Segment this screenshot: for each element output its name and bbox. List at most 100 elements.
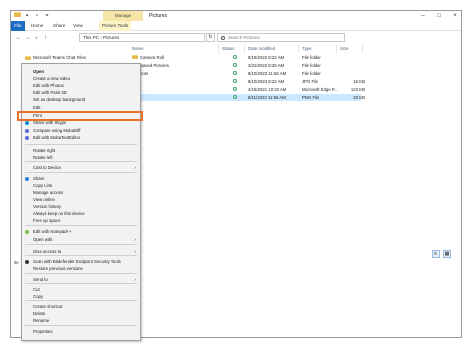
file-row[interactable]: re4/15/2021 10:22 AMMicrosoft Edge P...1… (129, 86, 365, 93)
menu-item-give-access-to[interactable]: Give access to › (22, 248, 140, 255)
sync-status-icon (233, 94, 237, 101)
address-bar[interactable]: This PC › Pictures (79, 33, 205, 42)
sync-status-icon (233, 86, 237, 93)
menu-item-create-shortcut[interactable]: Create shortcut (22, 303, 140, 310)
tab-home[interactable]: Home (31, 21, 43, 31)
menu-item-label: Edit with Paint 3D (33, 90, 67, 95)
search-input[interactable]: Search Pictures (217, 33, 345, 42)
menu-item-edit-with-photos[interactable]: Edit with Photos (22, 82, 140, 89)
file-size: 123 KB (350, 87, 365, 92)
folder-icon (13, 12, 21, 20)
menu-separator (25, 300, 137, 301)
menu-item-version-history[interactable]: Version history (22, 203, 140, 210)
menu-item-label: Delete (33, 311, 46, 316)
file-row[interactable]: ture8/11/2023 11:56 AMPNG File33 KB (129, 94, 365, 101)
column-header-size[interactable]: Size (337, 44, 363, 53)
file-type: Microsoft Edge P... (302, 87, 338, 92)
window-title: Pictures (149, 13, 168, 19)
menu-item-edit[interactable]: Edit (22, 104, 140, 111)
menu-item-share[interactable]: Share (22, 175, 140, 182)
submenu-arrow-icon: › (134, 277, 137, 282)
print-highlight-box (17, 111, 143, 121)
forward-arrow-icon[interactable]: → (24, 34, 31, 42)
quick-access-new-folder-icon[interactable]: ▫ (33, 12, 41, 20)
menu-separator (25, 244, 137, 245)
file-date-modified: 4/15/2021 10:22 AM (248, 87, 287, 92)
close-icon[interactable]: × (447, 11, 461, 21)
details-view-icon[interactable]: ≡ (431, 250, 440, 258)
menu-item-create-a-new-video[interactable]: Create a new video (22, 75, 140, 82)
tab-picture-tools[interactable]: Picture Tools (99, 21, 132, 31)
tab-file[interactable]: File (11, 21, 25, 31)
file-row[interactable]: Camera Roll 8/15/2022 8:22 AM File folder (129, 54, 361, 61)
menu-item-copy[interactable]: Copy (22, 293, 140, 300)
menu-item-rotate-right[interactable]: Rotate right (22, 147, 140, 154)
column-header-status[interactable]: Status (219, 44, 245, 53)
menu-item-open-with[interactable]: Open with › (22, 236, 140, 243)
menu-item-label: View online (33, 197, 55, 202)
menu-item-cast-to-device[interactable]: Cast to Device › (22, 164, 140, 171)
menu-item-label: Properties (33, 329, 53, 334)
menu-item-view-online[interactable]: View online (22, 196, 140, 203)
recent-locations-icon[interactable]: ∨ (33, 34, 40, 42)
menu-item-label: Give access to (33, 249, 62, 254)
menu-separator (25, 283, 137, 284)
menu-item-edit-with-notepad[interactable]: Edit with Notepad++ (22, 228, 140, 235)
manage-contextual-tab[interactable]: Manage (103, 11, 143, 21)
menu-item-label: Copy (33, 294, 44, 299)
tab-share[interactable]: Share (53, 21, 65, 31)
menu-item-label: Create a new video (33, 76, 71, 81)
menu-item-rotate-left[interactable]: Rotate left (22, 154, 140, 161)
menu-item-scan-with-bitdefender-endpoint-security-tools[interactable]: Scan with Bitdefender Endpoint Security … (22, 258, 140, 265)
menu-item-edit-with-paint-3d[interactable]: Edit with Paint 3D (22, 89, 140, 96)
menu-item-icon (25, 128, 29, 133)
menu-item-icon (25, 259, 29, 264)
back-arrow-icon[interactable]: ← (15, 34, 22, 42)
maximize-icon[interactable]: □ (431, 11, 447, 21)
menu-item-rename[interactable]: Rename (22, 317, 140, 324)
file-type: JPG File (302, 79, 319, 84)
menu-item-label: Create shortcut (33, 304, 63, 309)
menu-item-label: Rotate left (33, 155, 53, 160)
menu-item-label: Cut (33, 287, 40, 292)
quick-access-properties-icon[interactable]: ▪ (23, 12, 31, 20)
menu-item-properties[interactable]: Properties (22, 328, 140, 335)
menu-item-label: Edit (33, 105, 41, 110)
column-header-name[interactable]: Name (129, 44, 219, 53)
menu-item-open[interactable]: Open (22, 68, 140, 75)
menu-item-label: Always keep on this device (33, 211, 85, 216)
minimize-icon[interactable]: – (415, 11, 431, 21)
file-type: File folder (302, 63, 321, 68)
address-row: ← → ∨ ↑ This PC › Pictures ↻ Search Pict… (11, 32, 461, 44)
file-row[interactable]: appy8/10/2023 8:22 AMJPG File16 KB (129, 78, 365, 85)
menu-item-compare-using-mobadiff[interactable]: Compare using MobaDiff (22, 127, 140, 134)
menu-item-cut[interactable]: Cut (22, 286, 140, 293)
file-row[interactable]: hots 8/10/2023 11:56 AM File folder (129, 70, 361, 77)
menu-item-manage-access[interactable]: Manage access (22, 189, 140, 196)
menu-item-icon (25, 120, 29, 125)
menu-item-copy-link[interactable]: Copy Link (22, 182, 140, 189)
column-header-type[interactable]: Type (299, 44, 337, 53)
menu-separator (25, 273, 137, 274)
quick-access-customize-icon[interactable]: = (43, 12, 51, 20)
file-date-modified: 8/11/2023 11:56 AM (248, 95, 286, 100)
breadcrumb: This PC › Pictures (83, 35, 120, 40)
tab-view[interactable]: View (73, 21, 83, 31)
menu-item-send-to[interactable]: Send to › (22, 276, 140, 283)
menu-item-free-up-space[interactable]: Free up space (22, 217, 140, 224)
file-row[interactable]: Saved Pictures 3/31/2022 8:25 AM File fold… (129, 62, 361, 69)
menu-item-label: Manage access (33, 190, 64, 195)
menu-item-set-as-desktop-background[interactable]: Set as desktop background (22, 96, 140, 103)
menu-item-label: Edit with MobaTextEditor (33, 135, 81, 140)
large-icons-view-icon[interactable]: ▦ (443, 250, 451, 258)
menu-item-restore-previous-versions[interactable]: Restore previous versions (22, 265, 140, 272)
refresh-icon[interactable]: ↻ (206, 33, 215, 42)
file-date-modified: 3/31/2022 8:25 AM (248, 63, 285, 68)
menu-item-always-keep-on-this-device[interactable]: Always keep on this device (22, 210, 140, 217)
nav-item-teams-chat-files[interactable]: Microsoft Teams Chat Files (25, 54, 115, 62)
up-arrow-icon[interactable]: ↑ (42, 34, 49, 42)
menu-item-edit-with-mobatexteditor[interactable]: Edit with MobaTextEditor (22, 134, 140, 141)
menu-item-delete[interactable]: Delete (22, 310, 140, 317)
column-header-date-modified[interactable]: Date modified (245, 44, 299, 53)
context-menu: Open Create a new video Edit with Photos Ed… (21, 63, 141, 341)
